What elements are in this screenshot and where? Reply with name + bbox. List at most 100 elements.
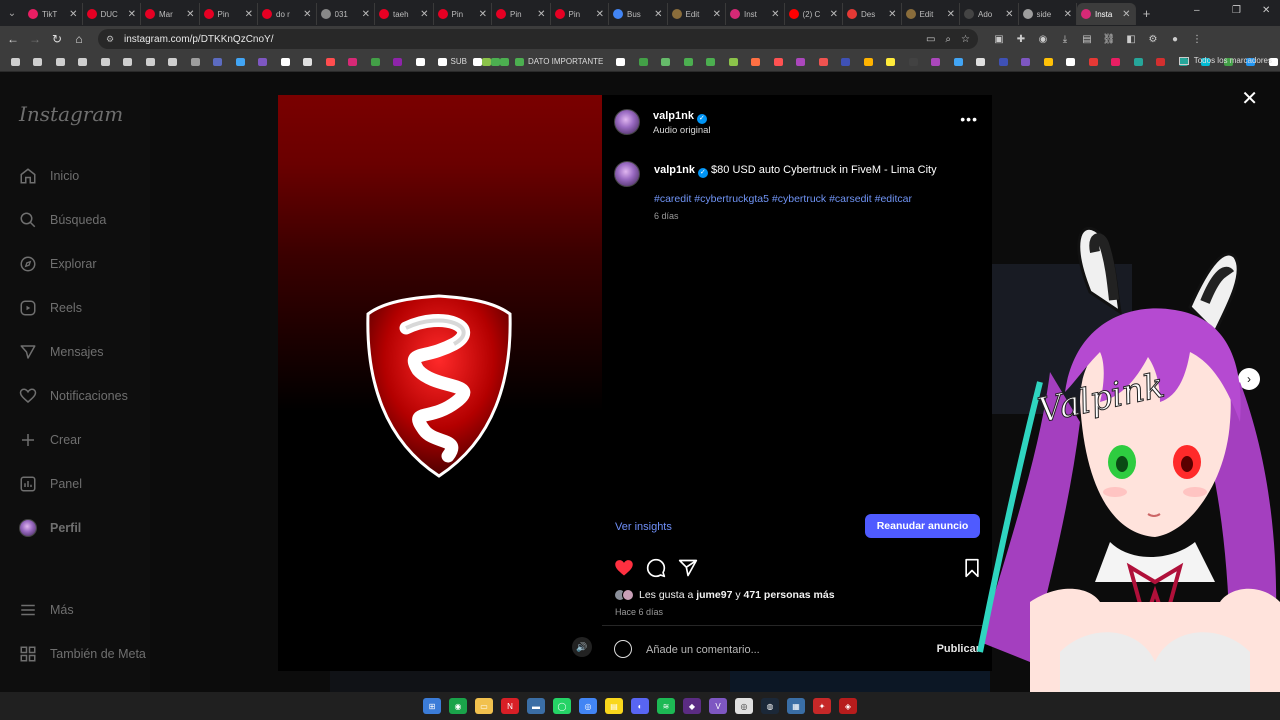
file-explorer-icon[interactable]: ▭	[475, 698, 493, 714]
bookmark-item[interactable]	[139, 55, 162, 69]
profile-icon[interactable]: ●	[1164, 34, 1186, 45]
forward-icon[interactable]: →	[24, 32, 46, 46]
cast-icon[interactable]: ▭	[926, 34, 935, 45]
bookmark-item[interactable]	[481, 55, 491, 69]
bookmark-item[interactable]	[499, 55, 509, 69]
tab-close-icon[interactable]: ✕	[1122, 9, 1130, 20]
sidebar-item-explorar[interactable]: Explorar	[18, 254, 97, 274]
bookmark-item[interactable]	[364, 55, 387, 69]
bookmark-item[interactable]	[879, 55, 902, 69]
vscode-icon[interactable]: ◆	[683, 698, 701, 714]
bookmark-item[interactable]	[274, 55, 297, 69]
likes-user[interactable]: jume97	[696, 589, 732, 601]
davinci-icon[interactable]: ◈	[839, 698, 857, 714]
bookmark-item[interactable]	[27, 55, 50, 69]
bookmark-item[interactable]	[342, 55, 365, 69]
bookmark-item[interactable]	[947, 55, 970, 69]
zoom-icon[interactable]: ⌕	[945, 34, 951, 45]
browser-tab[interactable]: Edit ✕	[668, 3, 726, 25]
chrome-profile-icon[interactable]: ◎	[735, 698, 753, 714]
tab-close-icon[interactable]: ✕	[947, 9, 955, 20]
bookmark-item[interactable]	[72, 55, 95, 69]
browser-tab[interactable]: Bus ✕	[609, 3, 668, 25]
bookmark-item[interactable]	[49, 55, 72, 69]
minimize-icon[interactable]: –	[1194, 5, 1200, 16]
back-icon[interactable]: ←	[2, 32, 24, 46]
bookmark-item[interactable]	[609, 55, 632, 69]
sidebar-item-notificaciones[interactable]: Notificaciones	[18, 386, 128, 406]
browser-tab[interactable]: Pin ✕	[200, 3, 258, 25]
home-page-icon[interactable]: ⌂	[68, 32, 90, 46]
chrome-icon[interactable]: ◎	[579, 698, 597, 714]
share-icon[interactable]	[678, 558, 698, 578]
app-icon[interactable]: ▦	[787, 698, 805, 714]
bookmark-item[interactable]	[319, 55, 342, 69]
bookmark-sub[interactable]: SUB	[432, 57, 473, 66]
likes-count[interactable]: 471 personas más	[744, 589, 835, 601]
tab-close-icon[interactable]: ✕	[420, 9, 428, 20]
link-icon[interactable]: ⛓	[1098, 34, 1120, 45]
sidebar-item-mensajes[interactable]: Mensajes	[18, 342, 104, 362]
browser-tab[interactable]: Pin ✕	[492, 3, 551, 25]
tab-close-icon[interactable]: ✕	[245, 9, 253, 20]
sidebar-item-panel[interactable]: Panel	[18, 474, 82, 494]
address-bar[interactable]: ⚙ instagram.com/p/DTKKnQzCnoY/ ▭ ⌕ ☆	[98, 29, 978, 49]
settings-icon[interactable]: ⚙	[1142, 34, 1164, 45]
tab-close-icon[interactable]: ✕	[303, 9, 311, 20]
sidebar-item-reels[interactable]: Reels	[18, 298, 82, 318]
instagram-logo[interactable]: Instagram	[19, 102, 123, 126]
caption-hashtags[interactable]: #caredit #cybertruckgta5 #cybertruck #ca…	[654, 193, 912, 205]
bookmark-item[interactable]	[409, 55, 432, 69]
caption-username[interactable]: valp1nk	[654, 164, 695, 176]
bookmark-item[interactable]	[834, 55, 857, 69]
reload-icon[interactable]: ↻	[46, 32, 68, 46]
maximize-icon[interactable]: ❐	[1232, 5, 1241, 16]
caption-avatar[interactable]	[614, 161, 640, 187]
browser-tab[interactable]: 031 ✕	[317, 3, 375, 25]
sidebar-item-busqueda[interactable]: Búsqueda	[18, 210, 106, 230]
bookmark-item[interactable]	[94, 55, 117, 69]
tab-close-icon[interactable]: ✕	[69, 9, 77, 20]
all-bookmarks[interactable]: Todos los marcadores	[1178, 56, 1272, 65]
bookmark-item[interactable]	[1014, 55, 1037, 69]
browser-tab[interactable]: Insta ✕	[1077, 3, 1136, 25]
view-insights-link[interactable]: Ver insights	[615, 521, 672, 533]
sidebar-item-perfil[interactable]: Perfil	[18, 518, 81, 538]
tab-close-icon[interactable]: ✕	[771, 9, 779, 20]
browser-tab[interactable]: Inst ✕	[726, 3, 785, 25]
audio-link[interactable]: Audio original	[653, 125, 711, 136]
media-icon[interactable]: ▬	[527, 698, 545, 714]
spotify-icon[interactable]: ≋	[657, 698, 675, 714]
tab-close-icon[interactable]: ✕	[479, 9, 487, 20]
bookmark-item[interactable]	[297, 55, 320, 69]
sidebar-item-mas[interactable]: Más	[18, 600, 74, 620]
bookmark-item[interactable]	[902, 55, 925, 69]
bookmark-item[interactable]	[162, 55, 185, 69]
browser-tab[interactable]: Edit ✕	[902, 3, 960, 25]
sidebar-item-inicio[interactable]: Inicio	[18, 166, 79, 186]
tab-search-icon[interactable]: ⌄	[0, 0, 24, 26]
bookmark-item[interactable]	[969, 55, 992, 69]
browser-tab[interactable]: Mar ✕	[141, 3, 200, 25]
tab-close-icon[interactable]: ✕	[1064, 9, 1072, 20]
bookmark-item[interactable]	[387, 55, 410, 69]
discord-icon[interactable]: ◐	[631, 698, 649, 714]
tab-close-icon[interactable]: ✕	[362, 9, 370, 20]
extension-icon-2[interactable]: ◉	[1032, 34, 1054, 45]
bookmark-item[interactable]	[677, 55, 700, 69]
bookmark-item[interactable]	[1127, 55, 1150, 69]
browser-tab[interactable]: do r ✕	[258, 3, 317, 25]
close-window-icon[interactable]: ✕	[1262, 5, 1270, 16]
bookmark-item[interactable]	[1082, 55, 1105, 69]
bookmark-item[interactable]	[654, 55, 677, 69]
tab-groups-icon[interactable]: ▤	[1076, 34, 1098, 45]
bookmark-item[interactable]	[184, 55, 207, 69]
tab-close-icon[interactable]: ✕	[186, 9, 194, 20]
sidepanel-icon[interactable]: ◧	[1120, 34, 1142, 45]
bookmark-item[interactable]	[767, 55, 790, 69]
whatsapp-icon[interactable]: ◯	[553, 698, 571, 714]
sidebar-item-crear[interactable]: Crear	[18, 430, 81, 450]
sound-icon[interactable]: 🔊	[572, 637, 592, 657]
bookmark-item[interactable]	[472, 55, 482, 69]
more-options-icon[interactable]: •••	[960, 111, 978, 127]
